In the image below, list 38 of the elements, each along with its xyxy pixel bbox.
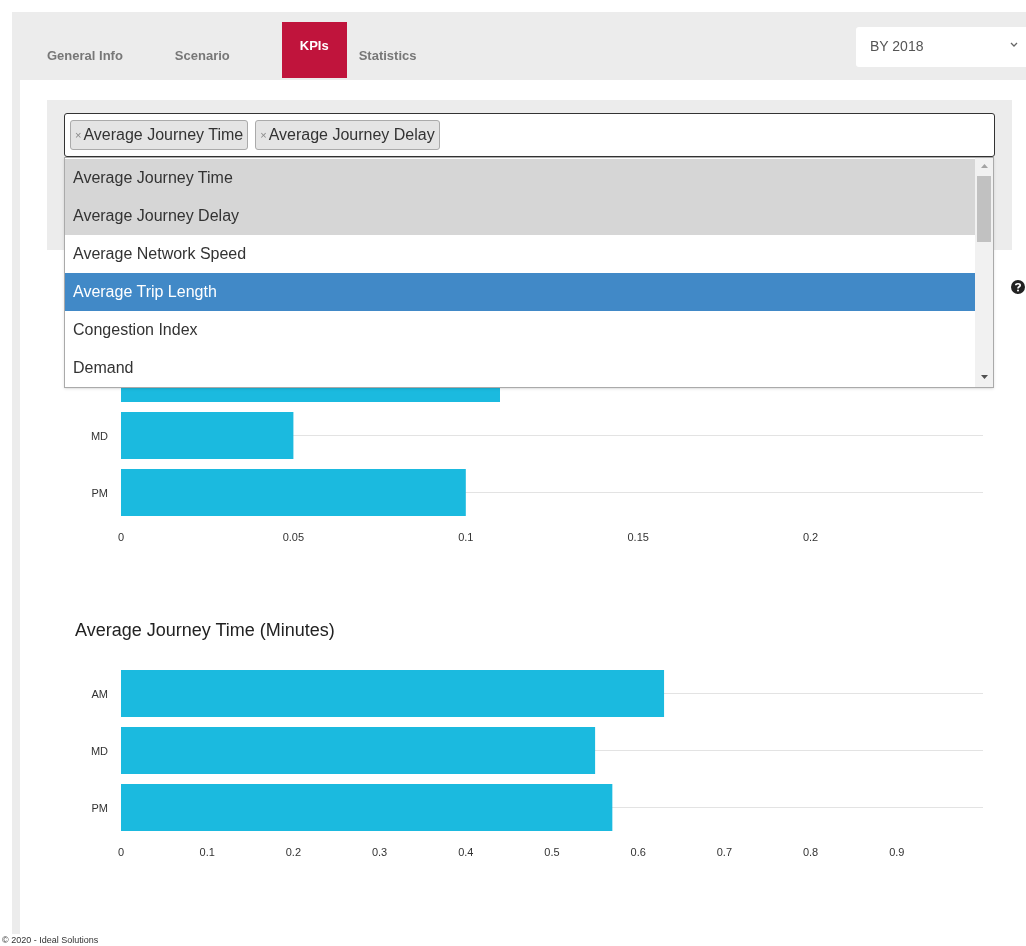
category-label: MD	[90, 429, 108, 442]
scroll-up-icon	[980, 164, 988, 168]
tick-label: 0.05	[282, 531, 305, 543]
dropdown-option[interactable]: Average Journey Delay	[65, 197, 975, 235]
tick-label: 0.2	[285, 846, 302, 858]
tick-label: 0	[117, 846, 125, 858]
tick-label: 0.5	[544, 846, 560, 858]
scrollbar-thumb[interactable]	[977, 176, 991, 242]
dropdown-option[interactable]: Average Journey Time	[65, 159, 975, 197]
tick-label: 0	[117, 531, 125, 543]
dropdown-option[interactable]: Demand	[65, 349, 975, 387]
tick-label: 0.1	[199, 846, 215, 858]
tab[interactable]: KPIs	[281, 22, 347, 78]
category-label: PM	[91, 801, 108, 814]
tag-label: Average Journey Time	[83, 125, 244, 145]
tick-label: 0.4	[458, 846, 474, 858]
tag-label: Average Journey Delay	[268, 125, 435, 145]
category-label: MD	[90, 744, 108, 757]
tab[interactable]: Statistics	[358, 22, 417, 68]
tick-label: 0.1	[458, 531, 474, 543]
tick-label: 0.7	[716, 846, 733, 858]
tab[interactable]: General Info	[47, 22, 123, 68]
scroll-down-icon	[980, 375, 988, 379]
category-label: AM	[91, 687, 108, 700]
scrollbar[interactable]	[975, 158, 993, 387]
tick-label: 0.2	[802, 531, 819, 543]
tick-label: 0.15	[627, 531, 649, 543]
tick-label: 0.9	[889, 846, 905, 858]
tick-label: 0.6	[630, 846, 646, 858]
chart-title: Average Journey Time (Minutes)	[75, 619, 335, 642]
tick-label: 0.8	[802, 846, 819, 858]
footer-text: © 2020 - Ideal Solutions	[2, 935, 99, 945]
year-select[interactable]: BY 2018	[856, 27, 1026, 67]
category-label: PM	[91, 486, 108, 499]
tab[interactable]: Scenario	[174, 22, 230, 68]
dropdown-option[interactable]: Average Trip Length	[65, 273, 975, 311]
chevron-down-icon	[1010, 42, 1018, 48]
tick-label: 0.3	[371, 846, 388, 858]
